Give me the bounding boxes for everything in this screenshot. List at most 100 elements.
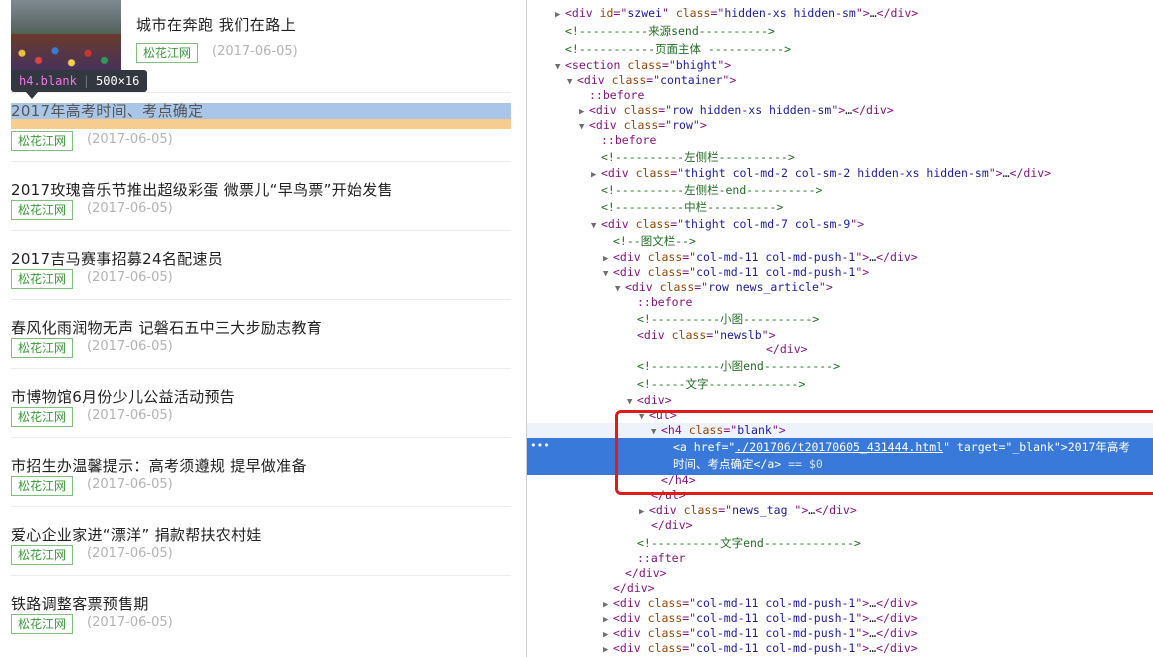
collapse-arrow-icon[interactable]: ▼ bbox=[567, 75, 577, 90]
source-tag[interactable]: 松花江网 bbox=[11, 200, 74, 220]
news-title[interactable]: 2017吉马赛事招募24名配速员 bbox=[11, 248, 223, 269]
dom-comment[interactable]: <!----------小图end----------> bbox=[637, 359, 840, 374]
dom-comment[interactable]: <!-----------页面主体 -----------> bbox=[565, 42, 791, 57]
attr-value: row news_article bbox=[708, 280, 819, 294]
collapse-arrow-icon[interactable]: ▼ bbox=[591, 219, 601, 234]
news-meta: 松花江网 (2017-06-05) bbox=[11, 406, 173, 427]
attr-value: row bbox=[672, 118, 693, 132]
dom-comment[interactable]: <!----------来源send----------> bbox=[565, 24, 775, 39]
news-meta: 松花江网 (2017-06-05) bbox=[11, 544, 173, 565]
article-date: (2017-06-05) bbox=[212, 44, 298, 59]
dom-comment[interactable]: <!----------小图----------> bbox=[637, 312, 819, 327]
dom-close-div[interactable]: </div> bbox=[651, 518, 693, 533]
dom-node-row[interactable]: ▼ <div class="row"> bbox=[579, 118, 707, 133]
dom-pseudo-after[interactable]: ::after bbox=[637, 551, 685, 566]
dom-node-col-push[interactable]: ▶ <div class="col-md-11 col-md-push-1">…<… bbox=[603, 596, 918, 611]
annotation-red-box bbox=[615, 410, 1153, 495]
dom-node-col-push[interactable]: ▶ <div class="col-md-11 col-md-push-1">…<… bbox=[603, 641, 918, 656]
expand-arrow-icon[interactable]: ▶ bbox=[591, 168, 601, 183]
expand-arrow-icon[interactable]: ▶ bbox=[555, 8, 565, 23]
dom-node-news-tag[interactable]: ▶ <div class="news_tag ">…</div> bbox=[639, 503, 857, 518]
dom-node-thight-mid[interactable]: ▼ <div class="thight col-md-7 col-sm-9"> bbox=[591, 217, 864, 232]
comment-text: <!----------文字end-------------> bbox=[637, 536, 861, 550]
attr-value: hidden-xs hidden-sm bbox=[724, 6, 856, 20]
dom-node-container[interactable]: ▼ <div class="container"> bbox=[567, 73, 736, 88]
expand-arrow-icon[interactable]: ▶ bbox=[639, 505, 649, 520]
news-title[interactable]: 铁路调整客票预售期 bbox=[11, 593, 149, 614]
dom-comment[interactable]: <!-----文字-------------> bbox=[637, 377, 805, 392]
collapse-arrow-icon[interactable]: ▼ bbox=[603, 267, 613, 282]
dom-close-div[interactable]: </div> bbox=[625, 566, 667, 581]
dom-node-div[interactable]: ▼ <div> bbox=[627, 393, 672, 408]
source-tag[interactable]: 松花江网 bbox=[11, 131, 74, 151]
dom-comment[interactable]: <!----------中栏----------> bbox=[601, 200, 783, 215]
list-item[interactable]: 铁路调整客票预售期 松花江网 (2017-06-05) bbox=[11, 575, 511, 644]
dom-node-col-push[interactable]: ▶ <div class="col-md-11 col-md-push-1">…<… bbox=[603, 250, 918, 265]
list-item[interactable]: 2017吉马赛事招募24名配速员 松花江网 (2017-06-05) bbox=[11, 230, 511, 299]
dom-node-col-push[interactable]: ▶ <div class="col-md-11 col-md-push-1">…<… bbox=[603, 611, 918, 626]
dom-comment[interactable]: <!--图文栏--> bbox=[613, 234, 696, 249]
source-tag[interactable]: 松花江网 bbox=[11, 614, 74, 634]
dom-node-news-article[interactable]: ▼ <div class="row news_article"> bbox=[615, 280, 833, 295]
dom-comment[interactable]: <!----------左侧栏----------> bbox=[601, 150, 795, 165]
tooltip-tag-name: h4.blank bbox=[19, 74, 77, 88]
list-item[interactable]: 春风化雨润物无声 记磐石五中三大步励志教育 松花江网 (2017-06-05) bbox=[11, 299, 511, 368]
pseudo-text: ::before bbox=[601, 133, 657, 147]
list-item[interactable]: 市博物馆6月份少儿公益活动预告 松花江网 (2017-06-05) bbox=[11, 368, 511, 437]
source-tag[interactable]: 松花江网 bbox=[11, 269, 74, 289]
source-tag[interactable]: 松花江网 bbox=[11, 338, 74, 358]
pseudo-text: ::before bbox=[589, 88, 645, 102]
list-item[interactable]: 爱心企业家进“漂洋” 捐款帮扶农村娃 松花江网 (2017-06-05) bbox=[11, 506, 511, 575]
source-tag[interactable]: 松花江网 bbox=[11, 545, 74, 565]
news-title[interactable]: 2017玫瑰音乐节推出超级彩蛋 微票儿“早鸟票”开始发售 bbox=[11, 179, 393, 200]
pseudo-text: ::before bbox=[637, 295, 693, 309]
news-title[interactable]: 春风化雨润物无声 记磐石五中三大步励志教育 bbox=[11, 317, 322, 338]
node-actions-dots[interactable]: ••• bbox=[530, 438, 550, 453]
dom-comment[interactable]: <!----------文字end-------------> bbox=[637, 536, 861, 551]
dom-pseudo-before[interactable]: ::before bbox=[637, 295, 692, 310]
attr-value: col-md-11 col-md-push-1 bbox=[696, 641, 856, 655]
attr-value: container bbox=[660, 73, 723, 87]
featured-article-title[interactable]: 城市在奔跑 我们在路上 bbox=[136, 14, 296, 35]
collapse-arrow-icon[interactable]: ▼ bbox=[615, 282, 625, 297]
attr-value: col-md-11 col-md-push-1 bbox=[696, 626, 856, 640]
expand-arrow-icon[interactable]: ▶ bbox=[603, 643, 613, 657]
news-meta: 松花江网 (2017-06-05) bbox=[11, 268, 173, 289]
collapse-arrow-icon[interactable]: ▼ bbox=[555, 60, 565, 75]
dom-node-row-hidden[interactable]: ▶ <div class="row hidden-xs hidden-sm">…<… bbox=[579, 103, 894, 118]
source-tag[interactable]: 松花江网 bbox=[11, 407, 74, 427]
news-title[interactable]: 市招生办温馨提示：高考须遵规 提早做准备 bbox=[11, 455, 307, 476]
news-title[interactable]: 2017年高考时间、考点确定 bbox=[11, 103, 203, 119]
list-item[interactable]: 市招生办温馨提示：高考须遵规 提早做准备 松花江网 (2017-06-05) bbox=[11, 437, 511, 506]
dom-close-div[interactable]: </div> bbox=[766, 342, 808, 357]
dom-node-col-push-open[interactable]: ▼ <div class="col-md-11 col-md-push-1"> bbox=[603, 265, 869, 280]
element-inspector-tooltip: h4.blank | 500×16 bbox=[11, 70, 148, 92]
attr-value: row hidden-xs hidden-sm bbox=[672, 103, 832, 117]
dom-pseudo-before[interactable]: ::before bbox=[601, 133, 656, 148]
attr-value: col-md-11 col-md-push-1 bbox=[696, 596, 856, 610]
news-date: (2017-06-05) bbox=[87, 270, 173, 285]
news-date: (2017-06-05) bbox=[87, 477, 173, 492]
dom-node-thight-left[interactable]: ▶ <div class="thight col-md-2 col-sm-2 hi… bbox=[591, 166, 1051, 181]
dom-node-szwei[interactable]: ▶ <div id="szwei" class="hidden-xs hidden… bbox=[555, 6, 918, 21]
comment-text: <!----------小图end----------> bbox=[637, 359, 841, 373]
news-meta: 松花江网 (2017-06-05) bbox=[11, 199, 173, 220]
webpage-panel: 城市在奔跑 我们在路上 松花江网 (2017-06-05) 2017年高考时间、考… bbox=[0, 0, 526, 657]
list-item[interactable]: 2017玫瑰音乐节推出超级彩蛋 微票儿“早鸟票”开始发售 松花江网 (2017-0… bbox=[11, 161, 511, 230]
news-date: (2017-06-05) bbox=[87, 201, 173, 216]
list-item[interactable]: 2017年高考时间、考点确定 松花江网 (2017-06-05) bbox=[11, 92, 511, 161]
pseudo-text: ::after bbox=[637, 551, 686, 565]
attr-value: col-md-11 col-md-push-1 bbox=[696, 611, 856, 625]
news-title[interactable]: 爱心企业家进“漂洋” 捐款帮扶农村娃 bbox=[11, 524, 262, 545]
news-title[interactable]: 市博物馆6月份少儿公益活动预告 bbox=[11, 386, 235, 407]
collapse-arrow-icon[interactable]: ▼ bbox=[627, 395, 637, 410]
dom-node-section[interactable]: ▼ <section class="bhight"> bbox=[555, 58, 731, 73]
dom-close-div[interactable]: </div> bbox=[613, 581, 655, 596]
source-tag[interactable]: 松花江网 bbox=[11, 476, 74, 496]
dom-node-col-push[interactable]: ▶ <div class="col-md-11 col-md-push-1">…<… bbox=[603, 626, 918, 641]
dom-node-newslb[interactable]: <div class="newslb"> bbox=[637, 328, 776, 343]
collapse-arrow-icon[interactable]: ▼ bbox=[579, 120, 589, 135]
source-tag[interactable]: 松花江网 bbox=[136, 43, 199, 63]
dom-pseudo-before[interactable]: ::before bbox=[589, 88, 644, 103]
dom-comment[interactable]: <!----------左侧栏-end----------> bbox=[601, 183, 822, 198]
